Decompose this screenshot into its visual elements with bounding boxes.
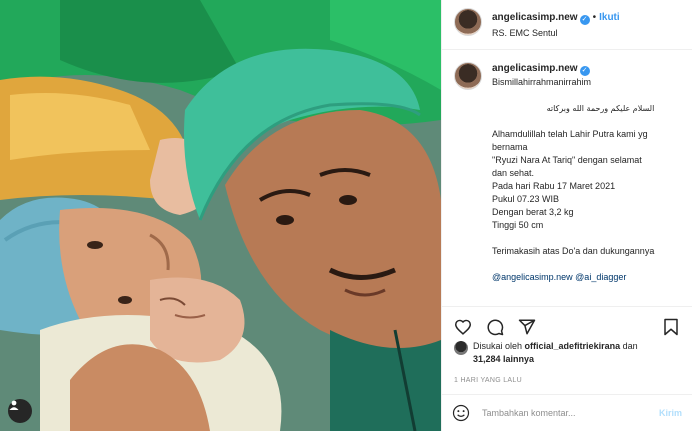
comment-bar: Kirim [442, 394, 692, 431]
caption-line: Bismillahirrahmanirrahim [492, 77, 592, 87]
likes-suffix[interactable]: lainnya [503, 354, 534, 364]
caption-line: Tinggi 50 cm [492, 220, 544, 230]
heart-icon[interactable] [452, 316, 474, 338]
caption: angelicasimp.new ✓ Bismillahirrahmanirrah… [454, 62, 684, 304]
comment-icon[interactable] [484, 316, 506, 338]
post-photo[interactable] [0, 0, 441, 431]
verified-badge-icon: ✓ [579, 66, 590, 76]
liker-username[interactable]: official_adefitriekirana [525, 341, 621, 351]
verified-badge-icon: ✓ [579, 15, 590, 25]
likes-count[interactable]: 31,284 [473, 354, 501, 364]
caption-line: dan sehat. [492, 168, 535, 178]
post-sidebar: angelicasimp.new ✓ • Ikuti RS. EMC Sentul a… [441, 0, 692, 431]
likes-and: dan [622, 341, 638, 351]
liker-avatar[interactable] [454, 341, 468, 355]
caption-mentions[interactable]: @angelicasimp.new @ai_diagger [492, 271, 654, 284]
likes-summary: Disukai oleh official_adefitriekirana da… [454, 340, 684, 366]
caption-line [492, 258, 654, 271]
caption-line: Pukul 07.23 WIB [492, 194, 560, 204]
comment-input[interactable] [482, 408, 659, 418]
author-avatar[interactable] [454, 8, 482, 36]
share-icon[interactable] [516, 316, 538, 338]
post-timestamp[interactable]: 1 HARI YANG LALU [454, 377, 522, 384]
caption-avatar[interactable] [454, 62, 482, 90]
bookmark-icon[interactable] [660, 316, 682, 338]
post-header: angelicasimp.new ✓ • Ikuti RS. EMC Sentul [442, 0, 692, 50]
caption-arabic-line: السلام عليكم ورحمة الله وبركاته [546, 104, 655, 113]
caption-line: "Ryuzi Nara At Tariq" dengan selamat [492, 155, 642, 165]
caption-line: Dengan berat 3,2 kg [492, 207, 574, 217]
caption-line: Pada hari Rabu 17 Maret 2021 [492, 181, 616, 191]
likes-prefix: Disukai oleh [473, 341, 523, 351]
caption-line [492, 232, 654, 245]
header-separator: • [592, 12, 597, 23]
follow-button[interactable]: Ikuti [599, 12, 620, 23]
author-username[interactable]: angelicasimp.new [492, 12, 578, 23]
caption-line: Terimakasih atas Do'a dan dukungannya [492, 246, 655, 256]
caption-line: bernama [492, 142, 528, 152]
post-comment-button[interactable]: Kirim [659, 408, 682, 418]
user-tag-icon[interactable] [8, 399, 32, 423]
emoji-icon[interactable] [452, 404, 470, 422]
caption-line [492, 115, 654, 128]
photo-illustration [0, 0, 441, 431]
caption-line [492, 89, 654, 102]
caption-line: Alhamdulillah telah Lahir Putra kami yg [492, 129, 648, 139]
caption-username[interactable]: angelicasimp.new [492, 63, 578, 74]
location-link[interactable]: RS. EMC Sentul [492, 26, 620, 41]
